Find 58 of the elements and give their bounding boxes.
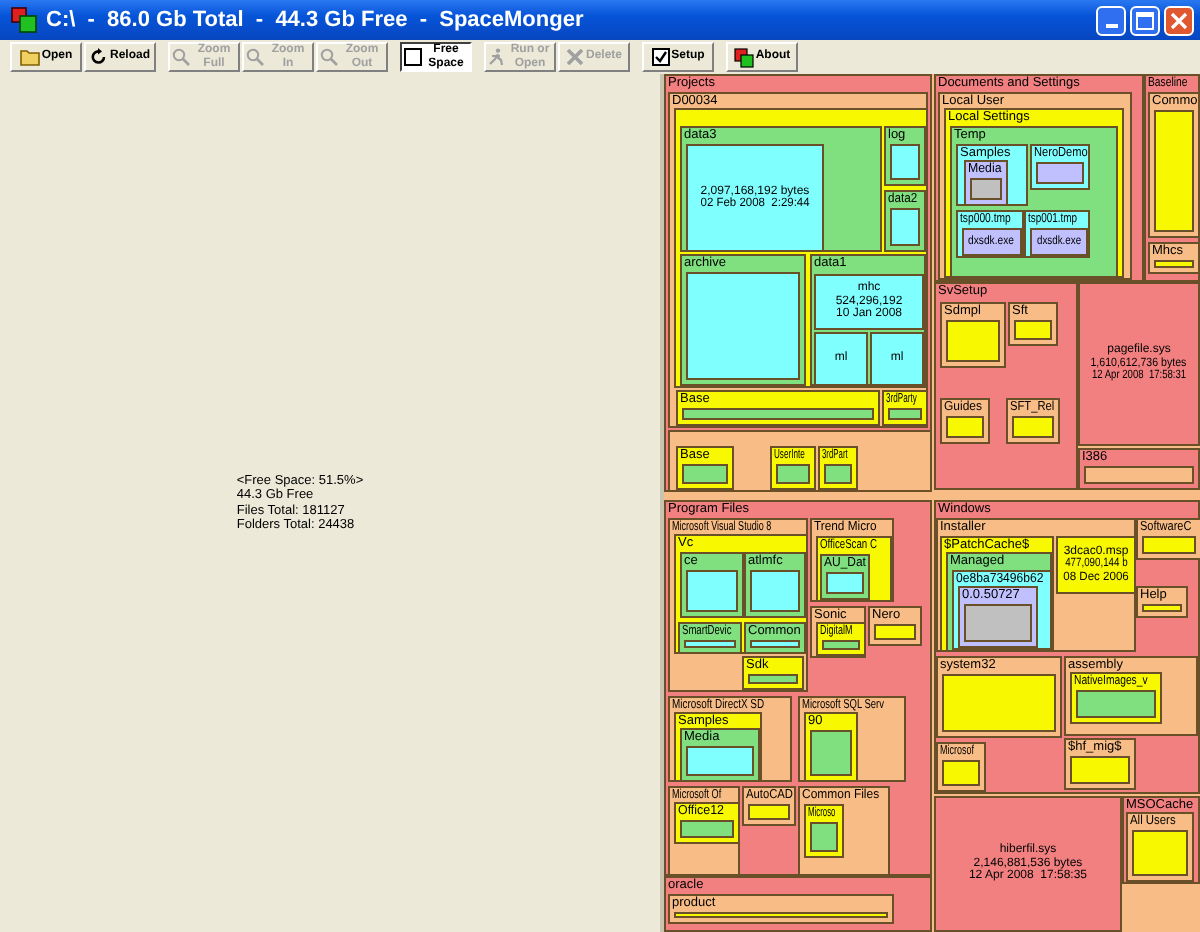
folder-block[interactable] (1154, 110, 1194, 232)
folder-block[interactable] (942, 674, 1056, 732)
folder-block[interactable] (674, 912, 888, 918)
folder-block[interactable] (964, 604, 1032, 642)
folder-block[interactable] (810, 730, 852, 776)
folder-block[interactable] (686, 570, 738, 612)
folder-block[interactable] (686, 746, 754, 776)
folder-block[interactable] (748, 674, 798, 684)
checkbox-icon (651, 48, 670, 66)
window-title: C:\ - 86.0 Gb Total - 44.3 Gb Free - SpaceMonger (46, 8, 586, 32)
maximize-icon (1136, 11, 1154, 29)
folder-block[interactable] (682, 464, 728, 484)
runner-icon (488, 48, 506, 66)
folder-block[interactable] (822, 640, 860, 650)
folder-block[interactable] (1070, 756, 1130, 784)
folder-icon (19, 48, 40, 66)
x-icon (565, 48, 584, 66)
close-icon (1170, 11, 1188, 29)
folder-block[interactable] (776, 464, 810, 484)
maximize-button[interactable] (1130, 5, 1160, 35)
folder-block[interactable] (680, 820, 734, 838)
folder-block[interactable] (946, 320, 1000, 362)
folder-block[interactable] (684, 640, 736, 648)
close-button[interactable] (1164, 5, 1194, 35)
folder-block[interactable] (942, 760, 980, 786)
folder-block[interactable] (826, 572, 864, 594)
square-icon (404, 48, 422, 66)
folder-block[interactable] (686, 272, 800, 380)
folder-block[interactable] (890, 144, 920, 180)
folder-block[interactable] (1076, 690, 1156, 718)
folder-block[interactable] (1142, 536, 1196, 554)
folder-block[interactable] (888, 408, 922, 420)
folder-block[interactable] (1014, 320, 1052, 340)
folder-block[interactable] (750, 570, 800, 612)
folder-block[interactable] (824, 464, 852, 484)
folder-block[interactable] (750, 640, 800, 648)
folder-block[interactable] (874, 624, 916, 640)
folder-block[interactable] (1036, 162, 1084, 184)
reload-icon (89, 48, 108, 66)
folder-block[interactable] (682, 408, 874, 420)
minimize-icon (1105, 23, 1117, 27)
magnifier-icon (246, 48, 264, 66)
folder-block[interactable] (1142, 604, 1182, 612)
folder-block[interactable] (890, 208, 920, 246)
folder-block[interactable] (1132, 830, 1188, 876)
magnifier-icon (320, 48, 338, 66)
folder-block[interactable] (1012, 416, 1054, 438)
magnifier-icon (172, 48, 190, 66)
app-icon (733, 47, 754, 67)
app-icon (10, 6, 38, 34)
folder-block[interactable] (946, 416, 984, 438)
folder-block[interactable] (1154, 260, 1194, 268)
minimize-button[interactable] (1096, 5, 1126, 35)
folder-block[interactable] (970, 178, 1002, 200)
folder-block[interactable] (810, 822, 838, 852)
folder-block[interactable] (1084, 466, 1194, 484)
folder-block[interactable] (748, 804, 790, 820)
folder-block[interactable] (664, 500, 932, 876)
